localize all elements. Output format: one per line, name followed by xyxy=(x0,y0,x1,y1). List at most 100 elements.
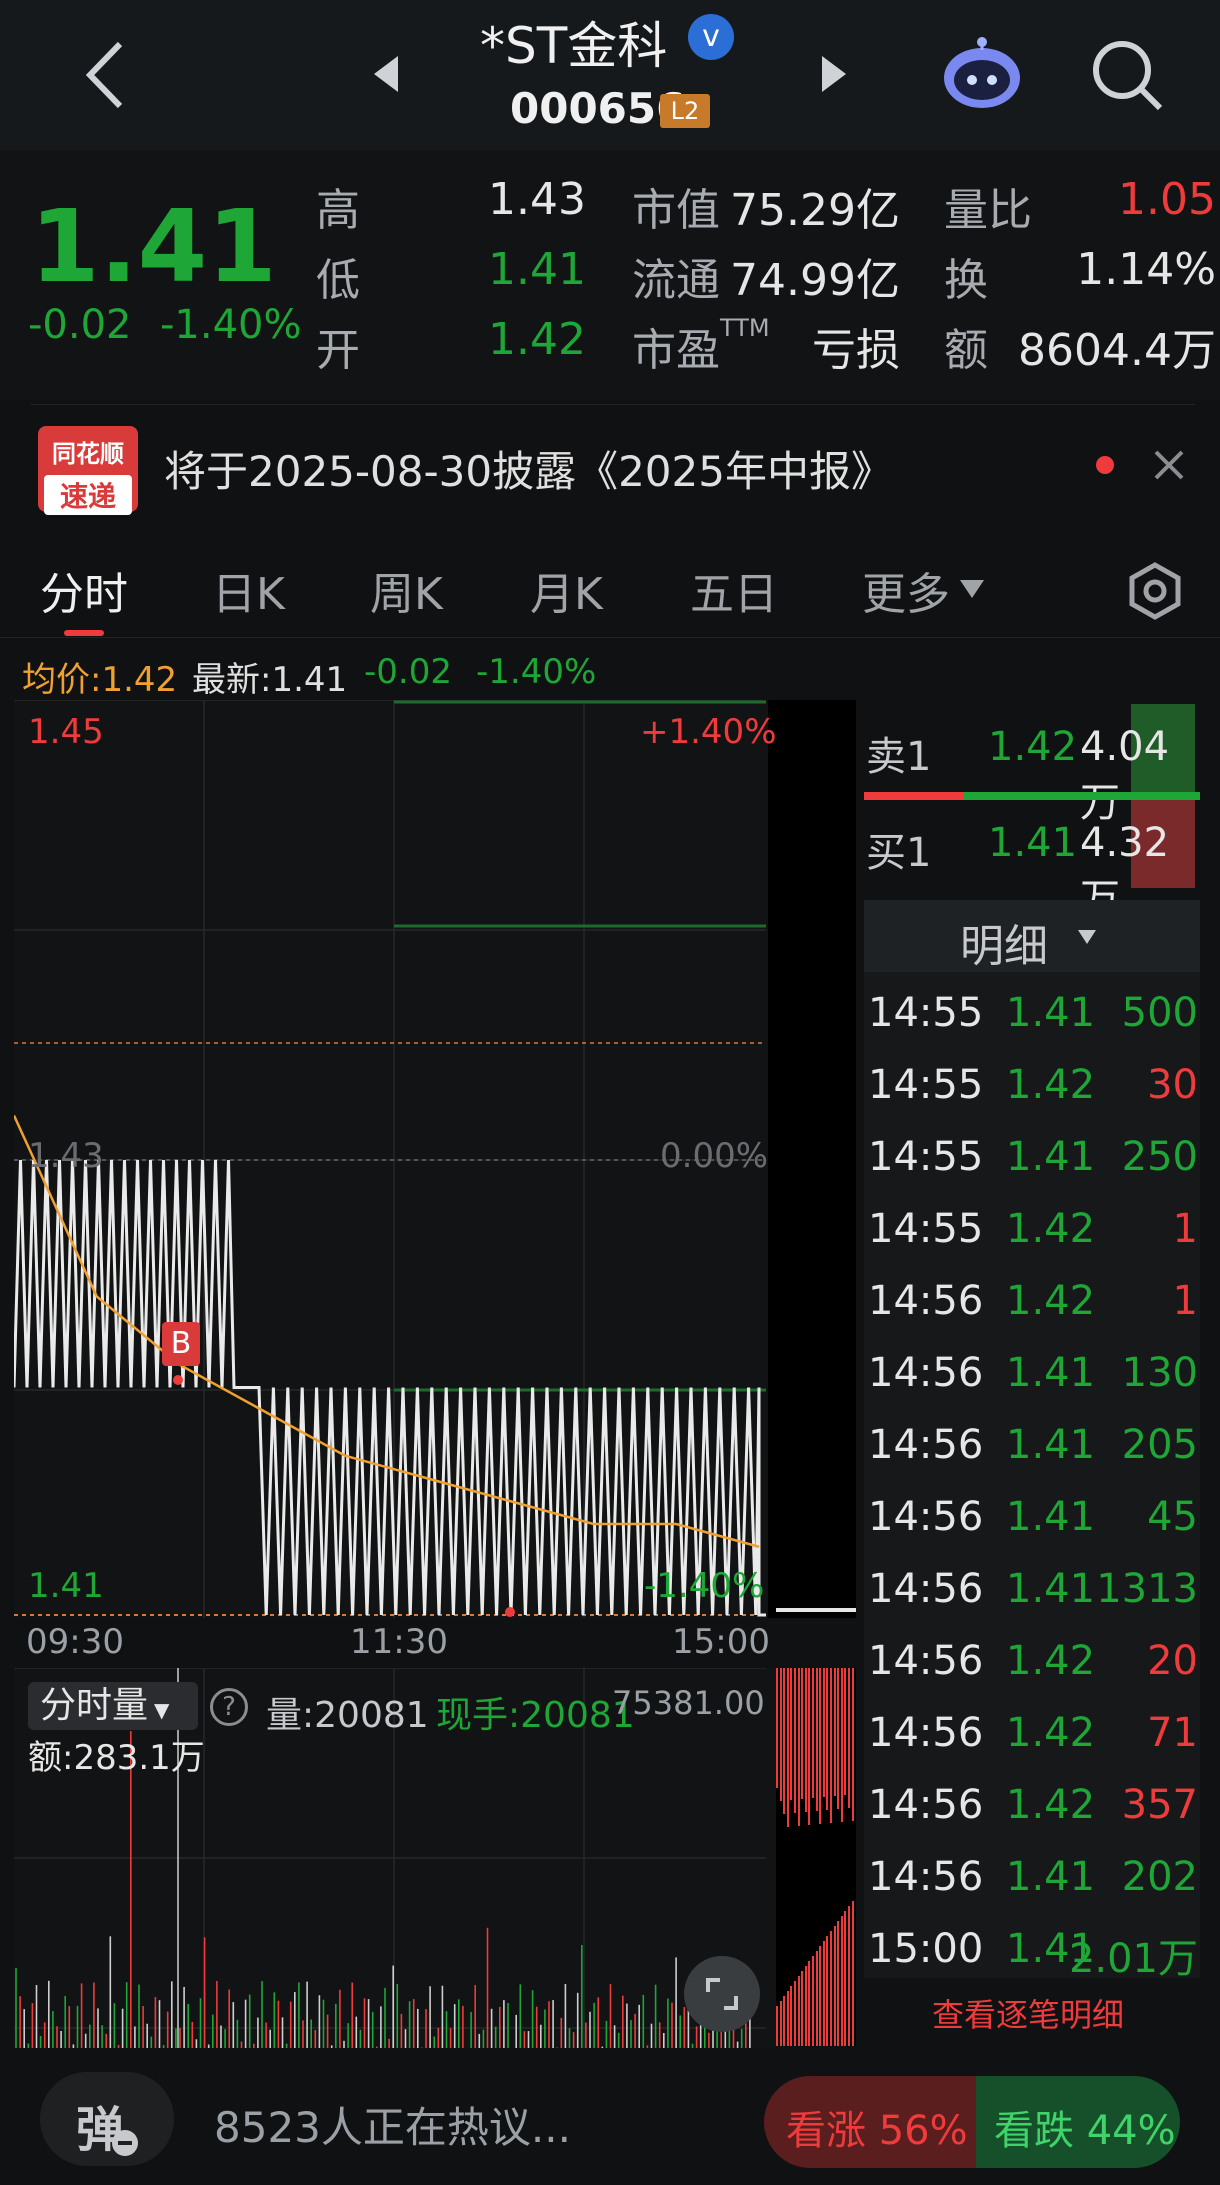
tick-row: 14:56 1.41 202 xyxy=(864,1842,1200,1914)
settings-icon[interactable] xyxy=(1126,562,1184,620)
tick-volume: 1 xyxy=(1172,1278,1198,1324)
tick-row: 14:56 1.41 1313 xyxy=(864,1554,1200,1626)
stock-name: *ST金科 xyxy=(480,17,668,75)
prev-stock-icon[interactable] xyxy=(370,52,400,96)
tick-price: 1.41 xyxy=(1006,1350,1096,1396)
tab-more[interactable]: 更多 xyxy=(862,558,950,622)
y-mid-pct-label: 0.00% xyxy=(660,1136,769,1176)
stat-value: 8604.4万 xyxy=(1018,325,1216,376)
tick-volume: 30 xyxy=(1147,1062,1198,1108)
detail-header[interactable]: 明细 xyxy=(864,900,1200,972)
volume-qty: 量:20081 xyxy=(266,1695,429,1736)
next-stock-icon[interactable] xyxy=(820,52,850,96)
x-label-close: 15:00 xyxy=(672,1622,770,1662)
tick-time: 14:56 xyxy=(868,1710,984,1756)
tick-time: 14:55 xyxy=(868,1062,984,1108)
tab-weekly-k[interactable]: 周K xyxy=(370,558,443,622)
view-all-ticks-link[interactable]: 查看逐笔明细 xyxy=(932,1990,1124,2036)
stat-value: 亏损 xyxy=(812,325,900,376)
robot-assistant-icon[interactable] xyxy=(940,34,1024,114)
y-bottom-label: 1.41 xyxy=(28,1566,104,1606)
news-bar[interactable]: 同花顺 速递 将于2025-08-30披露《2025年中报》 xyxy=(0,410,1220,530)
stat-value: 1.41 xyxy=(488,244,586,295)
danmu-button[interactable]: 弹 xyxy=(40,2072,174,2166)
tick-row: 14:56 1.41 205 xyxy=(864,1410,1200,1482)
bear-vote-button[interactable]: 看跌 44% xyxy=(976,2076,1180,2168)
tick-time: 14:55 xyxy=(868,1134,984,1180)
buy1-row[interactable]: 买1 1.41 4.32万 xyxy=(864,800,1200,922)
stat-label: 换 xyxy=(944,255,988,306)
tick-price: 1.42 xyxy=(1006,1782,1096,1828)
avg-price-label: 均价:1.42 xyxy=(22,660,178,700)
news-text[interactable]: 将于2025-08-30披露《2025年中报》 xyxy=(164,438,893,499)
stat-value: 1.43 xyxy=(488,174,586,225)
x-label-noon: 11:30 xyxy=(350,1622,448,1662)
tick-row: 15:00 1.41 2.01万 xyxy=(864,1914,1200,1986)
close-icon[interactable] xyxy=(1152,448,1186,482)
stat-label: 市值 xyxy=(632,185,720,236)
stat-value: 1.14% xyxy=(1076,244,1216,295)
dropdown-arrow-icon xyxy=(960,580,984,598)
tick-volume: 1 xyxy=(1172,1206,1198,1252)
current-price: 1.41 xyxy=(30,188,277,305)
tab-five-day[interactable]: 五日 xyxy=(690,558,778,622)
stat-value: 1.05 xyxy=(1118,174,1216,225)
tick-price: 1.41 xyxy=(1006,990,1096,1036)
low-point xyxy=(505,1607,515,1617)
bull-vote-button[interactable]: 看涨 56% xyxy=(764,2076,976,2168)
tick-volume: 250 xyxy=(1121,1134,1198,1180)
stat-label: 开 xyxy=(316,325,360,376)
stat-label: 市盈TTM xyxy=(632,314,770,376)
tick-time: 14:56 xyxy=(868,1854,984,1900)
tick-row: 14:56 1.42 71 xyxy=(864,1698,1200,1770)
tick-price: 1.42 xyxy=(1006,1710,1096,1756)
stock-detail-screen: { "header": { "title": "*ST金科", "code": … xyxy=(0,0,1220,2185)
stat-label-sup: TTM xyxy=(720,314,770,342)
price-change-pct: -1.40% xyxy=(160,302,302,348)
tab-monthly-k[interactable]: 月K xyxy=(530,558,603,622)
tick-row: 14:56 1.41 45 xyxy=(864,1482,1200,1554)
tick-row: 14:55 1.41 500 xyxy=(864,978,1200,1050)
bottom-bar: 弹 8523人正在热议... 看涨 56% 看跌 44% xyxy=(0,2060,1220,2185)
tick-row: 14:55 1.42 1 xyxy=(864,1194,1200,1266)
tick-time: 14:56 xyxy=(868,1494,984,1540)
tick-time: 14:56 xyxy=(868,1278,984,1324)
volume-selector[interactable]: 分时量 ▼ xyxy=(28,1682,198,1730)
help-icon[interactable]: ? xyxy=(210,1688,248,1726)
tick-price: 1.42 xyxy=(1006,1206,1096,1252)
tick-price: 1.41 xyxy=(1006,1854,1096,1900)
unread-dot-icon xyxy=(1096,456,1114,474)
stat-value: 1.42 xyxy=(488,314,586,365)
tab-daily-k[interactable]: 日K xyxy=(212,558,285,622)
discussion-text[interactable]: 8523人正在热议... xyxy=(214,2094,571,2155)
tick-row: 14:56 1.42 357 xyxy=(864,1770,1200,1842)
latest-change: -0.02 xyxy=(364,652,452,692)
buy-marker[interactable]: B xyxy=(162,1322,200,1366)
now-hand: 现手:20081 xyxy=(436,1695,635,1736)
latest-price-label: 最新:1.41 xyxy=(192,660,348,700)
y-top-label: 1.45 xyxy=(28,712,104,752)
tick-price: 1.42 xyxy=(1006,1638,1096,1684)
tick-volume: 45 xyxy=(1147,1494,1198,1540)
buy-point xyxy=(173,1375,183,1385)
tick-price: 1.41 xyxy=(1006,1494,1096,1540)
sell1-row[interactable]: 卖1 1.42 4.04万 xyxy=(864,704,1200,826)
tab-intraday[interactable]: 分时 xyxy=(40,558,128,622)
top-bar: *ST金科 v 000656 L2 xyxy=(0,0,1220,150)
search-icon[interactable] xyxy=(1090,38,1164,112)
expand-icon xyxy=(706,1978,738,2010)
back-icon[interactable] xyxy=(80,38,130,112)
auction-volume-strip xyxy=(776,1668,856,2046)
volume-amount: 额:283.1万 xyxy=(28,1738,205,1778)
order-ratio-green xyxy=(964,792,1200,800)
tick-volume: 20 xyxy=(1147,1638,1198,1684)
ths-express-logo: 同花顺 速递 xyxy=(38,426,138,515)
tick-price: 1.41 xyxy=(1006,1566,1096,1612)
tick-volume: 500 xyxy=(1121,990,1198,1036)
dropdown-arrow-icon xyxy=(1078,930,1096,944)
fullscreen-button[interactable] xyxy=(684,1956,760,2032)
tick-time: 14:56 xyxy=(868,1782,984,1828)
tick-time: 15:00 xyxy=(868,1926,984,1972)
y-bottom-pct-label: -1.40% xyxy=(644,1566,765,1606)
stat-label: 额 xyxy=(944,325,988,376)
